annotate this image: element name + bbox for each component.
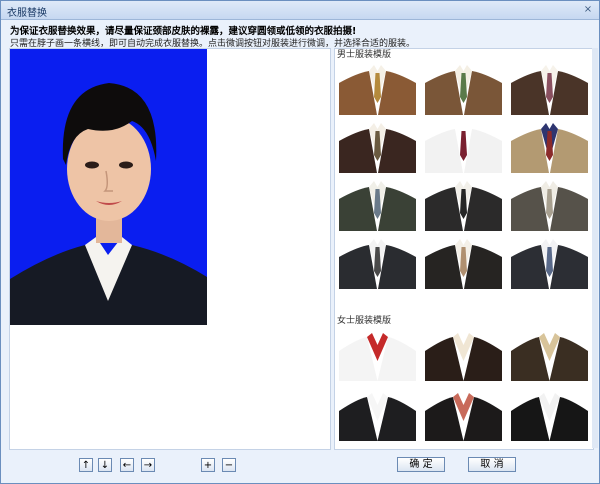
male-template-8[interactable]: [425, 177, 502, 231]
female-template-1[interactable]: [339, 327, 416, 381]
window-title: 衣服替换: [7, 8, 47, 19]
move-down-button[interactable]: ↓: [98, 458, 112, 472]
template-panel: 男士服装模版 女士服装模版: [334, 48, 594, 450]
clothes-replace-window: 衣服替换 × 为保证衣服替换效果，请尽量保证颈部皮肤的裸露，建议穿圆领或低领的衣…: [0, 0, 600, 484]
title-bar: 衣服替换 ×: [1, 1, 599, 20]
female-template-4[interactable]: [339, 387, 416, 441]
male-template-5[interactable]: [425, 119, 502, 173]
photo-panel[interactable]: [9, 48, 331, 450]
female-template-5[interactable]: [425, 387, 502, 441]
right-eye: [119, 161, 133, 169]
left-eye: [85, 161, 99, 169]
female-template-2[interactable]: [425, 327, 502, 381]
male-template-12[interactable]: [511, 235, 588, 289]
male-section-label: 男士服装模版: [337, 50, 392, 60]
male-template-9[interactable]: [511, 177, 588, 231]
move-left-button[interactable]: ←: [120, 458, 134, 472]
female-template-3[interactable]: [511, 327, 588, 381]
move-right-button[interactable]: →: [141, 458, 155, 472]
male-template-11[interactable]: [425, 235, 502, 289]
portrait-photo[interactable]: [10, 49, 207, 325]
male-template-4[interactable]: [339, 119, 416, 173]
template-scrollbar[interactable]: [592, 48, 598, 448]
zoom-in-button[interactable]: +: [201, 458, 215, 472]
cancel-button[interactable]: 取 消: [468, 457, 516, 472]
male-template-10[interactable]: [339, 235, 416, 289]
male-template-6[interactable]: [511, 119, 588, 173]
female-section-label: 女士服装模版: [337, 316, 392, 326]
male-template-7[interactable]: [339, 177, 416, 231]
move-up-button[interactable]: ↑: [79, 458, 93, 472]
male-template-2[interactable]: [425, 61, 502, 115]
confirm-button[interactable]: 确 定: [397, 457, 445, 472]
male-template-1[interactable]: [339, 61, 416, 115]
female-template-6[interactable]: [511, 387, 588, 441]
close-icon[interactable]: ×: [582, 4, 594, 15]
instruction-bold: 为保证衣服替换效果，请尽量保证颈部皮肤的裸露，建议穿圆领或低领的衣服拍摄!: [10, 26, 357, 37]
zoom-out-button[interactable]: −: [222, 458, 236, 472]
male-template-3[interactable]: [511, 61, 588, 115]
